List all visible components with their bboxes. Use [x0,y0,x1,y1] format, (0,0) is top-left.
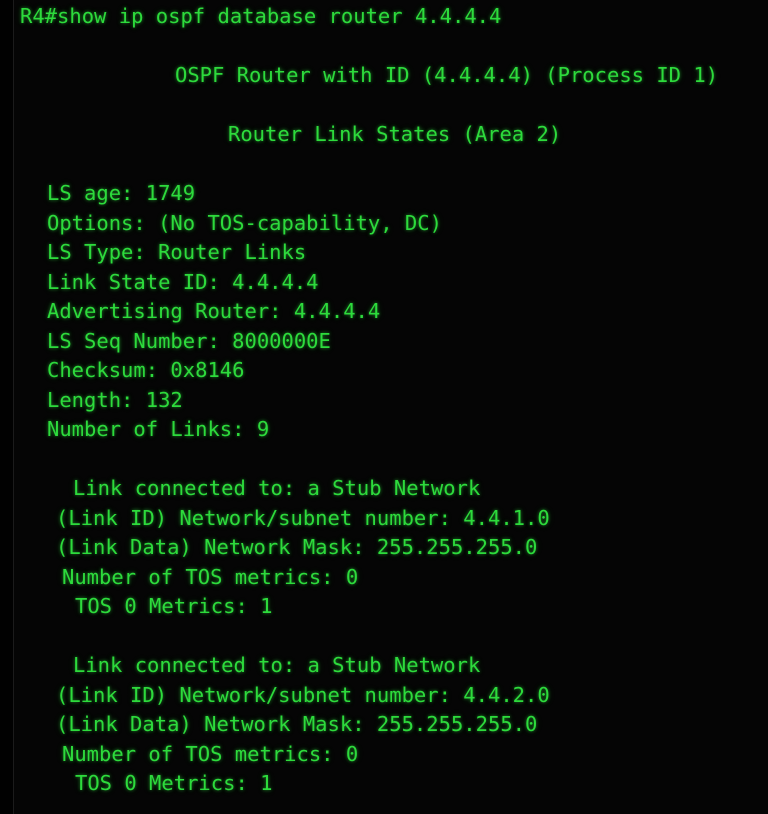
lsa-options: Options: (No TOS-capability, DC) [47,210,442,235]
link-connected-to: Link connected to: a Stub Network [73,476,481,500]
link-entry: Link connected to: a Stub Network (Link … [0,651,768,799]
lsa-ls-seq-number: LS Seq Number: 8000000E [47,328,331,353]
link-entry: Link connected to: a Stub Network (Link … [0,474,768,622]
terminal-screen[interactable]: R4#show ip ospf database router 4.4.4.4 … [0,0,768,814]
link-id: (Link ID) Network/subnet number: 4.4.1.0 [56,505,550,530]
command-prompt-line: R4#show ip ospf database router 4.4.4.4 [20,4,502,28]
lsa-number-of-links: Number of Links: 9 [47,417,270,441]
link-tos-0-metrics: TOS 0 Metrics: 1 [75,771,273,795]
link-tos-metrics-count: Number of TOS metrics: 0 [62,741,359,766]
lsa-length: Length: 132 [47,387,183,412]
link-data: (Link Data) Network Mask: 255.255.255.0 [56,712,538,736]
terminal-window[interactable]: R4#show ip ospf database router 4.4.4.4 … [0,0,768,814]
link-id: (Link ID) Network/subnet number: 4.4.2.0 [56,682,550,707]
lsa-ls-age: LS age: 1749 [47,181,196,205]
link-tos-0-metrics: TOS 0 Metrics: 1 [75,594,273,618]
link-tos-metrics-count: Number of TOS metrics: 0 [62,564,359,589]
link-connected-to: Link connected to: a Stub Network [73,653,481,677]
lsa-link-state-id: Link State ID: 4.4.4.4 [47,269,319,294]
ospf-process-header: OSPF Router with ID (4.4.4.4) (Process I… [175,63,719,87]
router-link-states-header: Router Link States (Area 2) [228,122,562,146]
link-data: (Link Data) Network Mask: 255.255.255.0 [56,535,538,559]
lsa-advertising-router: Advertising Router: 4.4.4.4 [47,299,381,323]
lsa-checksum: Checksum: 0x8146 [47,358,245,382]
lsa-ls-type: LS Type: Router Links [47,240,307,264]
